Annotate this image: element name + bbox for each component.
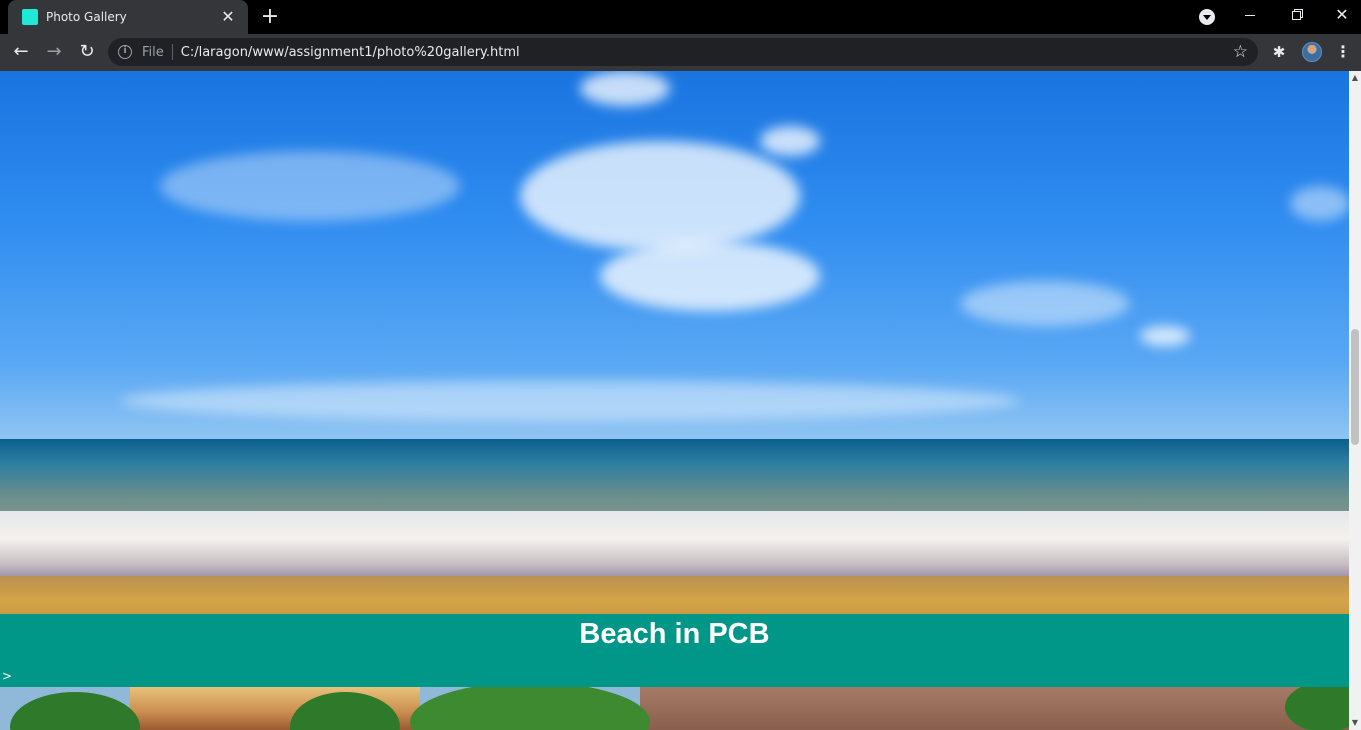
- tree: [410, 687, 650, 730]
- cloud: [1290, 186, 1349, 221]
- cloud: [160, 151, 460, 221]
- surf: [0, 511, 1349, 581]
- scroll-up-icon[interactable]: ▲: [1349, 71, 1361, 85]
- tab-search-icon[interactable]: [1199, 9, 1215, 25]
- browser-tab[interactable]: Photo Gallery ✕: [8, 0, 248, 34]
- window-close-button[interactable]: ✕: [1319, 0, 1361, 30]
- tab-strip: Photo Gallery ✕ + ✕: [0, 0, 1361, 34]
- page-viewport: Beach in PCB >: [0, 71, 1349, 730]
- cloud: [760, 126, 820, 156]
- beach-photo: [0, 71, 1349, 614]
- cloud: [520, 141, 800, 251]
- tree: [10, 692, 140, 730]
- back-button[interactable]: ←: [7, 38, 35, 66]
- next-photo: [0, 687, 1349, 730]
- minimize-button[interactable]: [1227, 0, 1273, 30]
- cloud: [580, 71, 670, 106]
- stray-text: >: [2, 669, 13, 683]
- favicon-icon: [22, 9, 38, 25]
- forward-button[interactable]: →: [40, 38, 68, 66]
- scheme-label: File: [142, 44, 164, 60]
- cloud: [1140, 326, 1190, 346]
- close-tab-icon[interactable]: ✕: [218, 7, 238, 27]
- tree: [1285, 687, 1349, 730]
- restore-icon: [1291, 10, 1301, 20]
- browser-toolbar: ← → ↻ i File C:/laragon/www/assignment1/…: [0, 34, 1361, 71]
- site-info-icon[interactable]: i: [118, 45, 132, 59]
- new-tab-button[interactable]: +: [258, 5, 282, 29]
- photo-caption-band: Beach in PCB >: [0, 614, 1349, 687]
- sand: [0, 576, 1349, 614]
- minimize-icon: [1245, 14, 1255, 16]
- extensions-icon[interactable]: ✱: [1270, 42, 1288, 62]
- address-bar[interactable]: i File C:/laragon/www/assignment1/photo%…: [108, 38, 1258, 66]
- scroll-thumb[interactable]: [1351, 329, 1359, 445]
- bookmark-star-icon[interactable]: ☆: [1233, 42, 1248, 62]
- cloud: [600, 241, 820, 311]
- horizon-clouds: [120, 381, 1020, 421]
- url-text[interactable]: C:/laragon/www/assignment1/photo%20galle…: [181, 45, 520, 60]
- restore-button[interactable]: [1273, 0, 1319, 30]
- reload-button[interactable]: ↻: [73, 38, 101, 66]
- building-roof: [640, 687, 1349, 730]
- divider: [171, 44, 173, 60]
- tab-title: Photo Gallery: [46, 10, 127, 24]
- cloud: [960, 281, 1130, 326]
- profile-avatar[interactable]: [1302, 42, 1322, 62]
- photo-caption: Beach in PCB: [579, 618, 770, 650]
- browser-menu-icon[interactable]: ⋮: [1335, 42, 1351, 62]
- page-scrollbar[interactable]: ▲ ▼: [1349, 71, 1361, 730]
- scroll-down-icon[interactable]: ▼: [1349, 716, 1361, 730]
